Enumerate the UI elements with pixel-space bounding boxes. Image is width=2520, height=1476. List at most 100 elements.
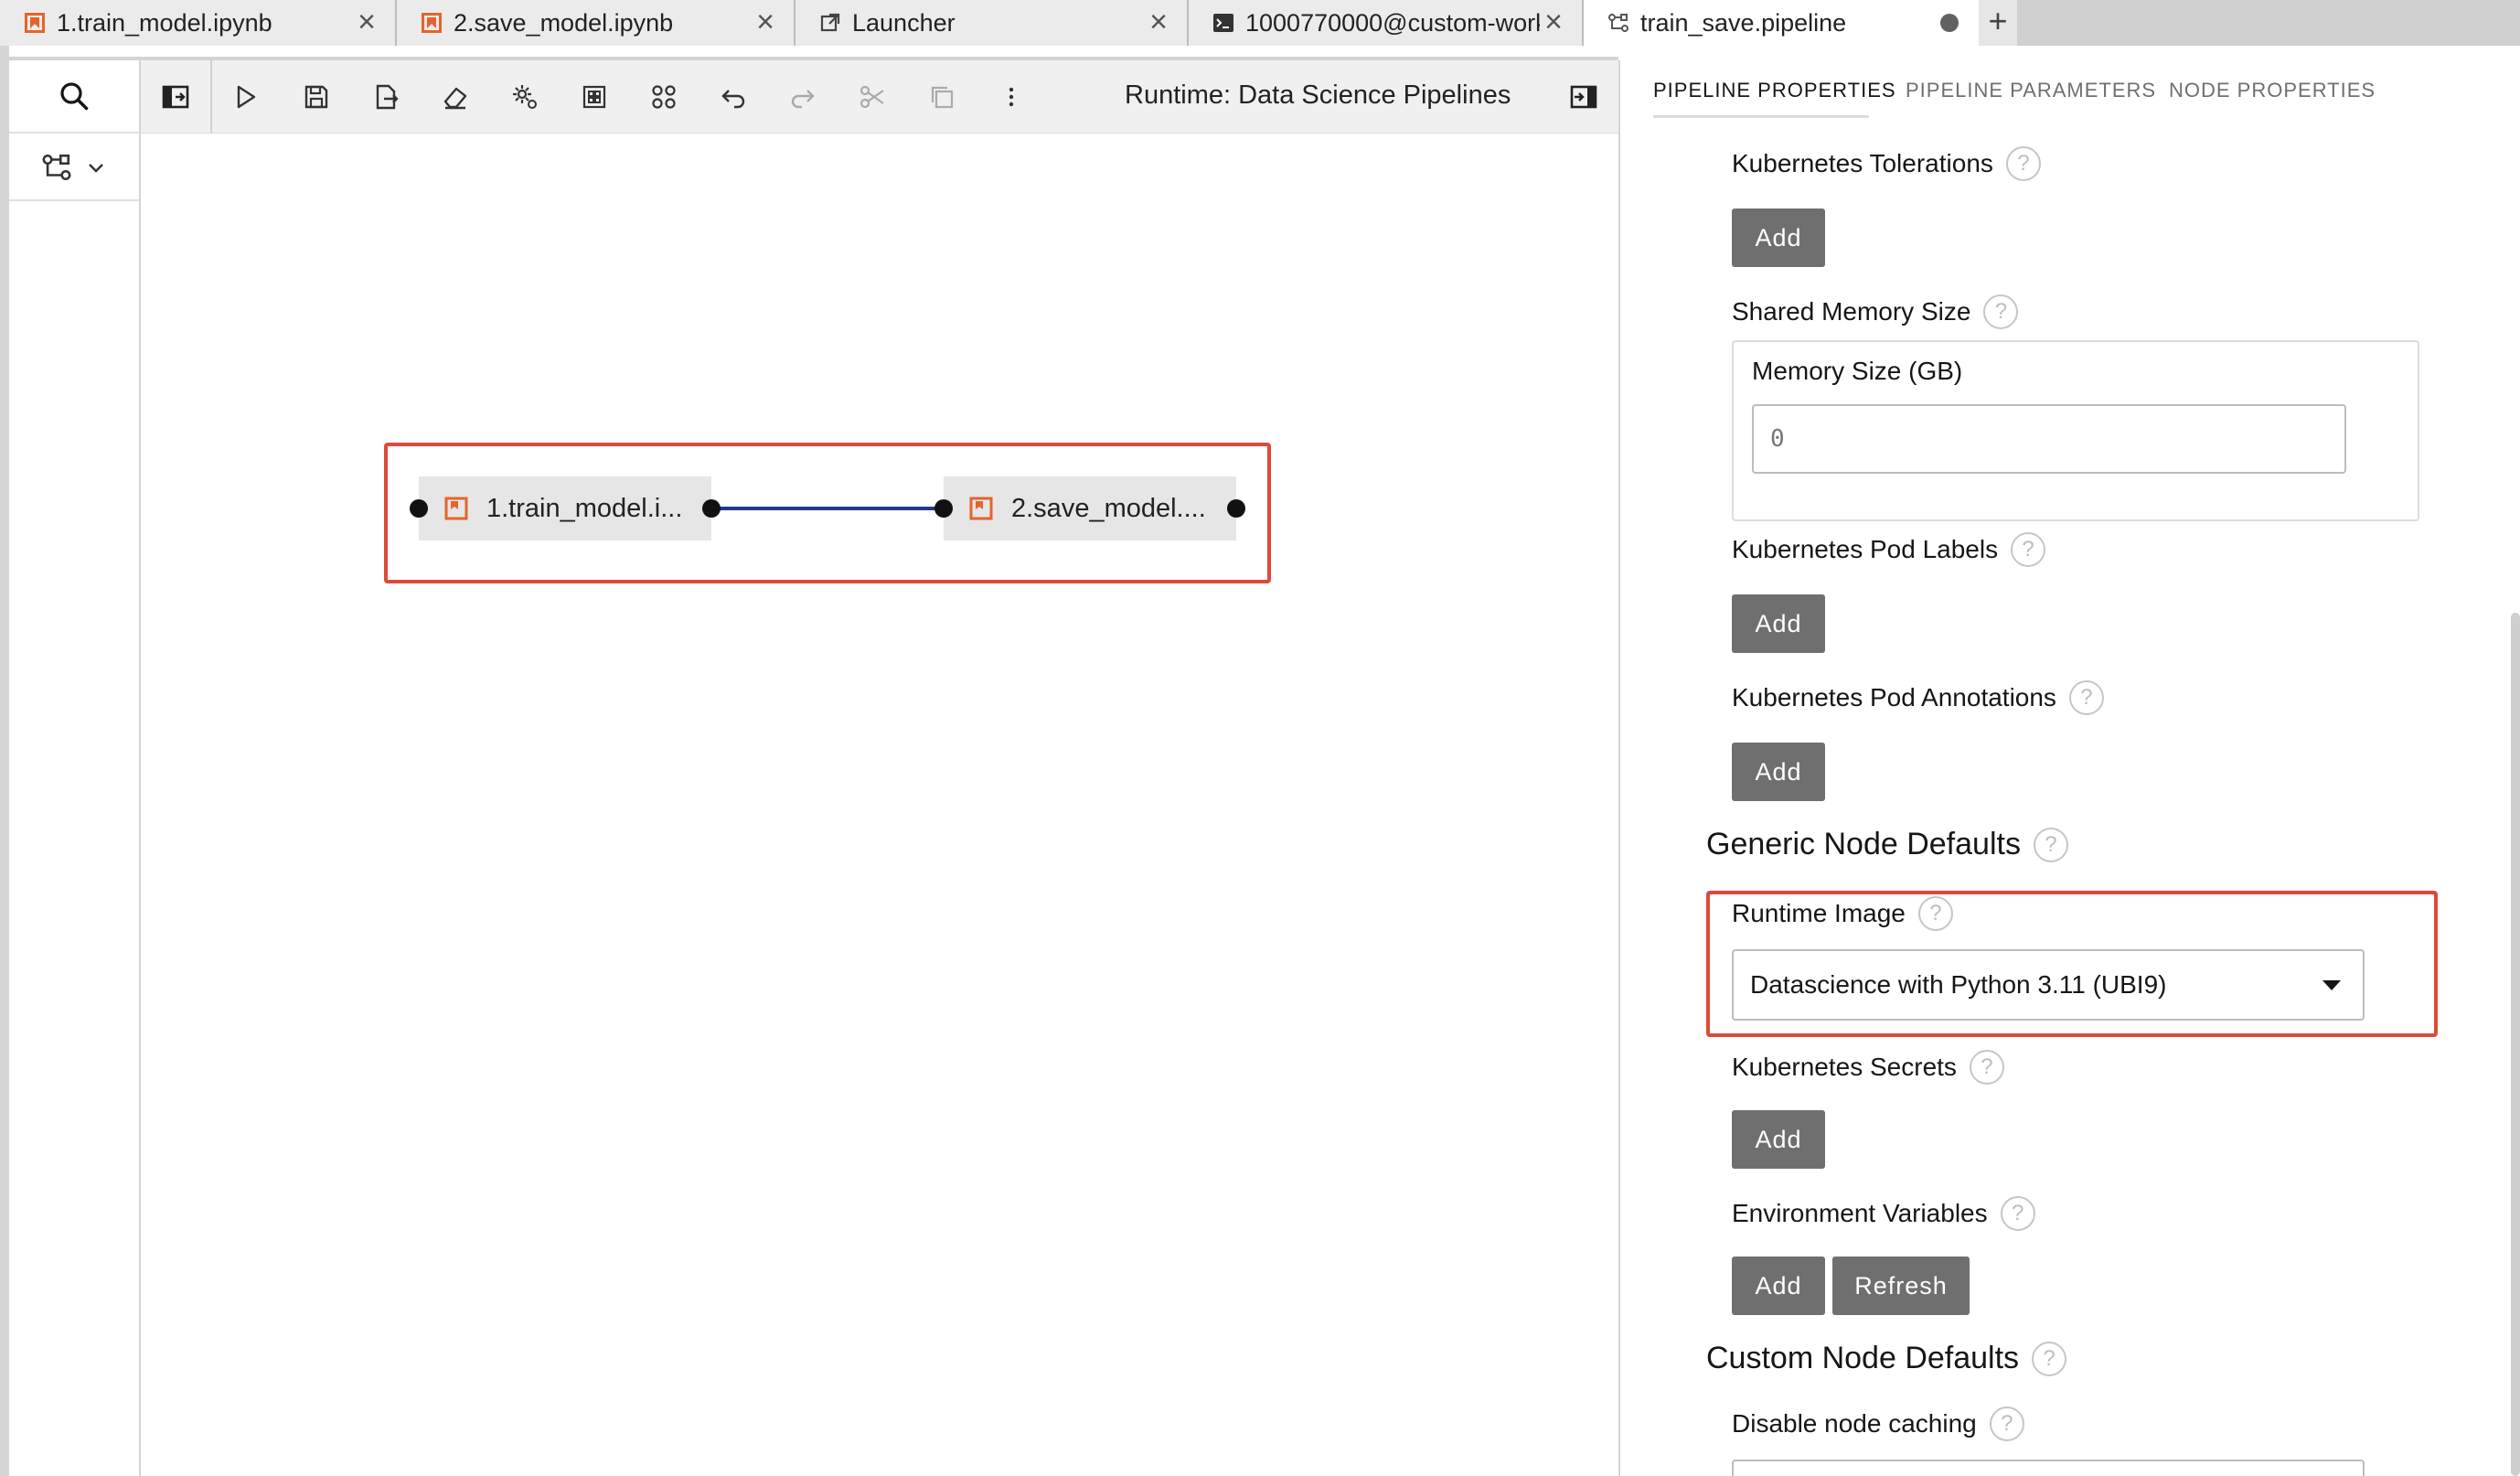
active-tab-underline	[1653, 115, 1869, 118]
pipeline-icon	[42, 154, 71, 181]
pipeline-toolbar: Runtime: Data Science Pipelines	[141, 60, 1618, 134]
tab-pipeline[interactable]: train_save.pipeline	[1584, 0, 1979, 46]
runtime-label: Runtime: Data Science Pipelines	[1125, 80, 1511, 110]
help-icon[interactable]: ?	[1983, 294, 2019, 329]
launcher-icon	[819, 12, 841, 34]
run-button[interactable]	[227, 79, 263, 115]
pipeline-node-save[interactable]: 2.save_model....	[944, 476, 1236, 540]
disable-caching-select[interactable]	[1732, 1460, 2365, 1476]
field-label-text: Kubernetes Pod Annotations	[1732, 683, 2056, 711]
runtime-image-select[interactable]: Datascience with Python 3.11 (UBI9)	[1732, 949, 2365, 1021]
close-icon[interactable]: ×	[1145, 6, 1172, 37]
tab-pipeline-parameters[interactable]: PIPELINE PARAMETERS	[1906, 79, 2156, 102]
search-button[interactable]	[9, 60, 139, 134]
node-link[interactable]	[711, 507, 944, 510]
undo-button[interactable]	[715, 79, 752, 115]
help-icon[interactable]: ?	[2068, 680, 2104, 715]
save-button[interactable]	[298, 79, 335, 115]
scrollbar[interactable]	[2511, 613, 2520, 1476]
add-toleration-button[interactable]: Add	[1732, 209, 1825, 267]
palette-dropdown[interactable]	[9, 135, 139, 201]
help-icon[interactable]: ?	[1969, 1050, 2004, 1085]
help-icon[interactable]: ?	[2005, 146, 2041, 181]
field-label-text: Runtime Image	[1732, 899, 1906, 927]
input-port[interactable]	[410, 499, 428, 518]
redo-button[interactable]	[785, 79, 821, 115]
generic-node-defaults-title: Generic Node Defaults ?	[1706, 827, 2068, 862]
field-label-text: Kubernetes Secrets	[1732, 1053, 1957, 1081]
toggle-palette-button[interactable]	[157, 79, 194, 115]
kubernetes-tolerations-label: Kubernetes Tolerations ?	[1732, 146, 2041, 181]
scissors-icon	[860, 85, 884, 109]
notebook-icon	[421, 12, 443, 34]
add-secret-button[interactable]: Add	[1732, 1110, 1825, 1169]
eraser-icon	[443, 87, 467, 110]
pipeline-canvas[interactable]: 1.train_model.i... 2.save_model....	[141, 134, 1618, 1476]
cut-button[interactable]	[854, 79, 891, 115]
redo-icon	[791, 90, 815, 109]
left-sidebar	[9, 60, 141, 1476]
node-label: 1.train_model.i...	[486, 493, 683, 523]
section-title-text: Custom Node Defaults	[1706, 1341, 2020, 1375]
container-icon	[582, 85, 606, 109]
close-icon[interactable]: ×	[1540, 6, 1567, 37]
pod-annotations-label: Kubernetes Pod Annotations ?	[1732, 680, 2104, 715]
tab-pipeline-properties[interactable]: PIPELINE PROPERTIES	[1653, 79, 1896, 102]
help-icon[interactable]: ?	[2032, 1341, 2067, 1376]
runtime-images-button[interactable]	[576, 79, 613, 115]
close-icon[interactable]: ×	[353, 6, 380, 37]
pipeline-icon	[1607, 12, 1629, 34]
close-icon[interactable]: ×	[752, 6, 779, 37]
undo-icon	[721, 90, 745, 109]
tab-bar: 1.train_model.ipynb × 2.save_model.ipynb…	[0, 0, 2520, 46]
save-icon	[304, 85, 328, 109]
unsaved-indicator[interactable]	[1940, 14, 1959, 32]
help-icon[interactable]: ?	[1989, 1406, 2024, 1441]
help-icon[interactable]: ?	[2033, 827, 2068, 862]
add-pod-label-button[interactable]: Add	[1732, 594, 1825, 653]
field-label-text: Disable node caching	[1732, 1409, 1977, 1438]
runtime-image-label: Runtime Image ?	[1732, 896, 1953, 931]
tab-launcher[interactable]: Launcher ×	[796, 0, 1189, 46]
help-icon[interactable]: ?	[2011, 532, 2046, 567]
tab-train-model[interactable]: 1.train_model.ipynb ×	[0, 0, 397, 46]
copy-button[interactable]	[924, 79, 960, 115]
tab-node-properties[interactable]: NODE PROPERTIES	[2169, 79, 2376, 102]
export-icon	[376, 84, 399, 110]
help-icon[interactable]: ?	[1917, 896, 1953, 931]
runtimes-button[interactable]	[507, 79, 543, 115]
add-env-var-button[interactable]: Add	[1732, 1257, 1825, 1315]
memory-size-label: Memory Size (GB)	[1752, 357, 1962, 386]
disable-caching-label: Disable node caching ?	[1732, 1406, 2024, 1441]
tab-save-model[interactable]: 2.save_model.ipynb ×	[397, 0, 796, 46]
refresh-env-vars-button[interactable]: Refresh	[1832, 1257, 1970, 1315]
clear-button[interactable]	[437, 79, 474, 115]
field-label-text: Kubernetes Pod Labels	[1732, 535, 1999, 563]
play-icon	[237, 85, 256, 109]
help-icon[interactable]: ?	[2000, 1196, 2035, 1231]
add-tab-button[interactable]: +	[1979, 0, 2017, 46]
notebook-icon	[444, 497, 468, 520]
toggle-properties-button[interactable]	[1567, 80, 1600, 113]
pod-labels-label: Kubernetes Pod Labels ?	[1732, 532, 2046, 567]
input-port[interactable]	[934, 499, 953, 518]
notebook-icon	[969, 497, 993, 520]
export-button[interactable]	[368, 79, 404, 115]
memory-size-input[interactable]	[1752, 404, 2346, 474]
output-port[interactable]	[702, 499, 721, 518]
runtime-image-value: Datascience with Python 3.11 (UBI9)	[1750, 970, 2167, 999]
terminal-icon	[1212, 12, 1234, 34]
caret-down-icon	[2322, 979, 2341, 990]
tab-terminal[interactable]: 1000770000@custom-work ×	[1189, 0, 1584, 46]
tab-label: 2.save_model.ipynb	[454, 8, 674, 37]
more-button[interactable]	[993, 79, 1030, 115]
output-port[interactable]	[1227, 499, 1245, 518]
shared-memory-label: Shared Memory Size ?	[1732, 294, 2019, 329]
field-label-text: Environment Variables	[1732, 1199, 1988, 1227]
node-label: 2.save_model....	[1011, 493, 1206, 523]
add-pod-annotation-button[interactable]: Add	[1732, 743, 1825, 801]
kebab-menu-icon	[1009, 87, 1014, 107]
pipeline-node-train[interactable]: 1.train_model.i...	[419, 476, 711, 540]
left-gutter	[0, 46, 9, 1476]
components-button[interactable]	[646, 79, 682, 115]
